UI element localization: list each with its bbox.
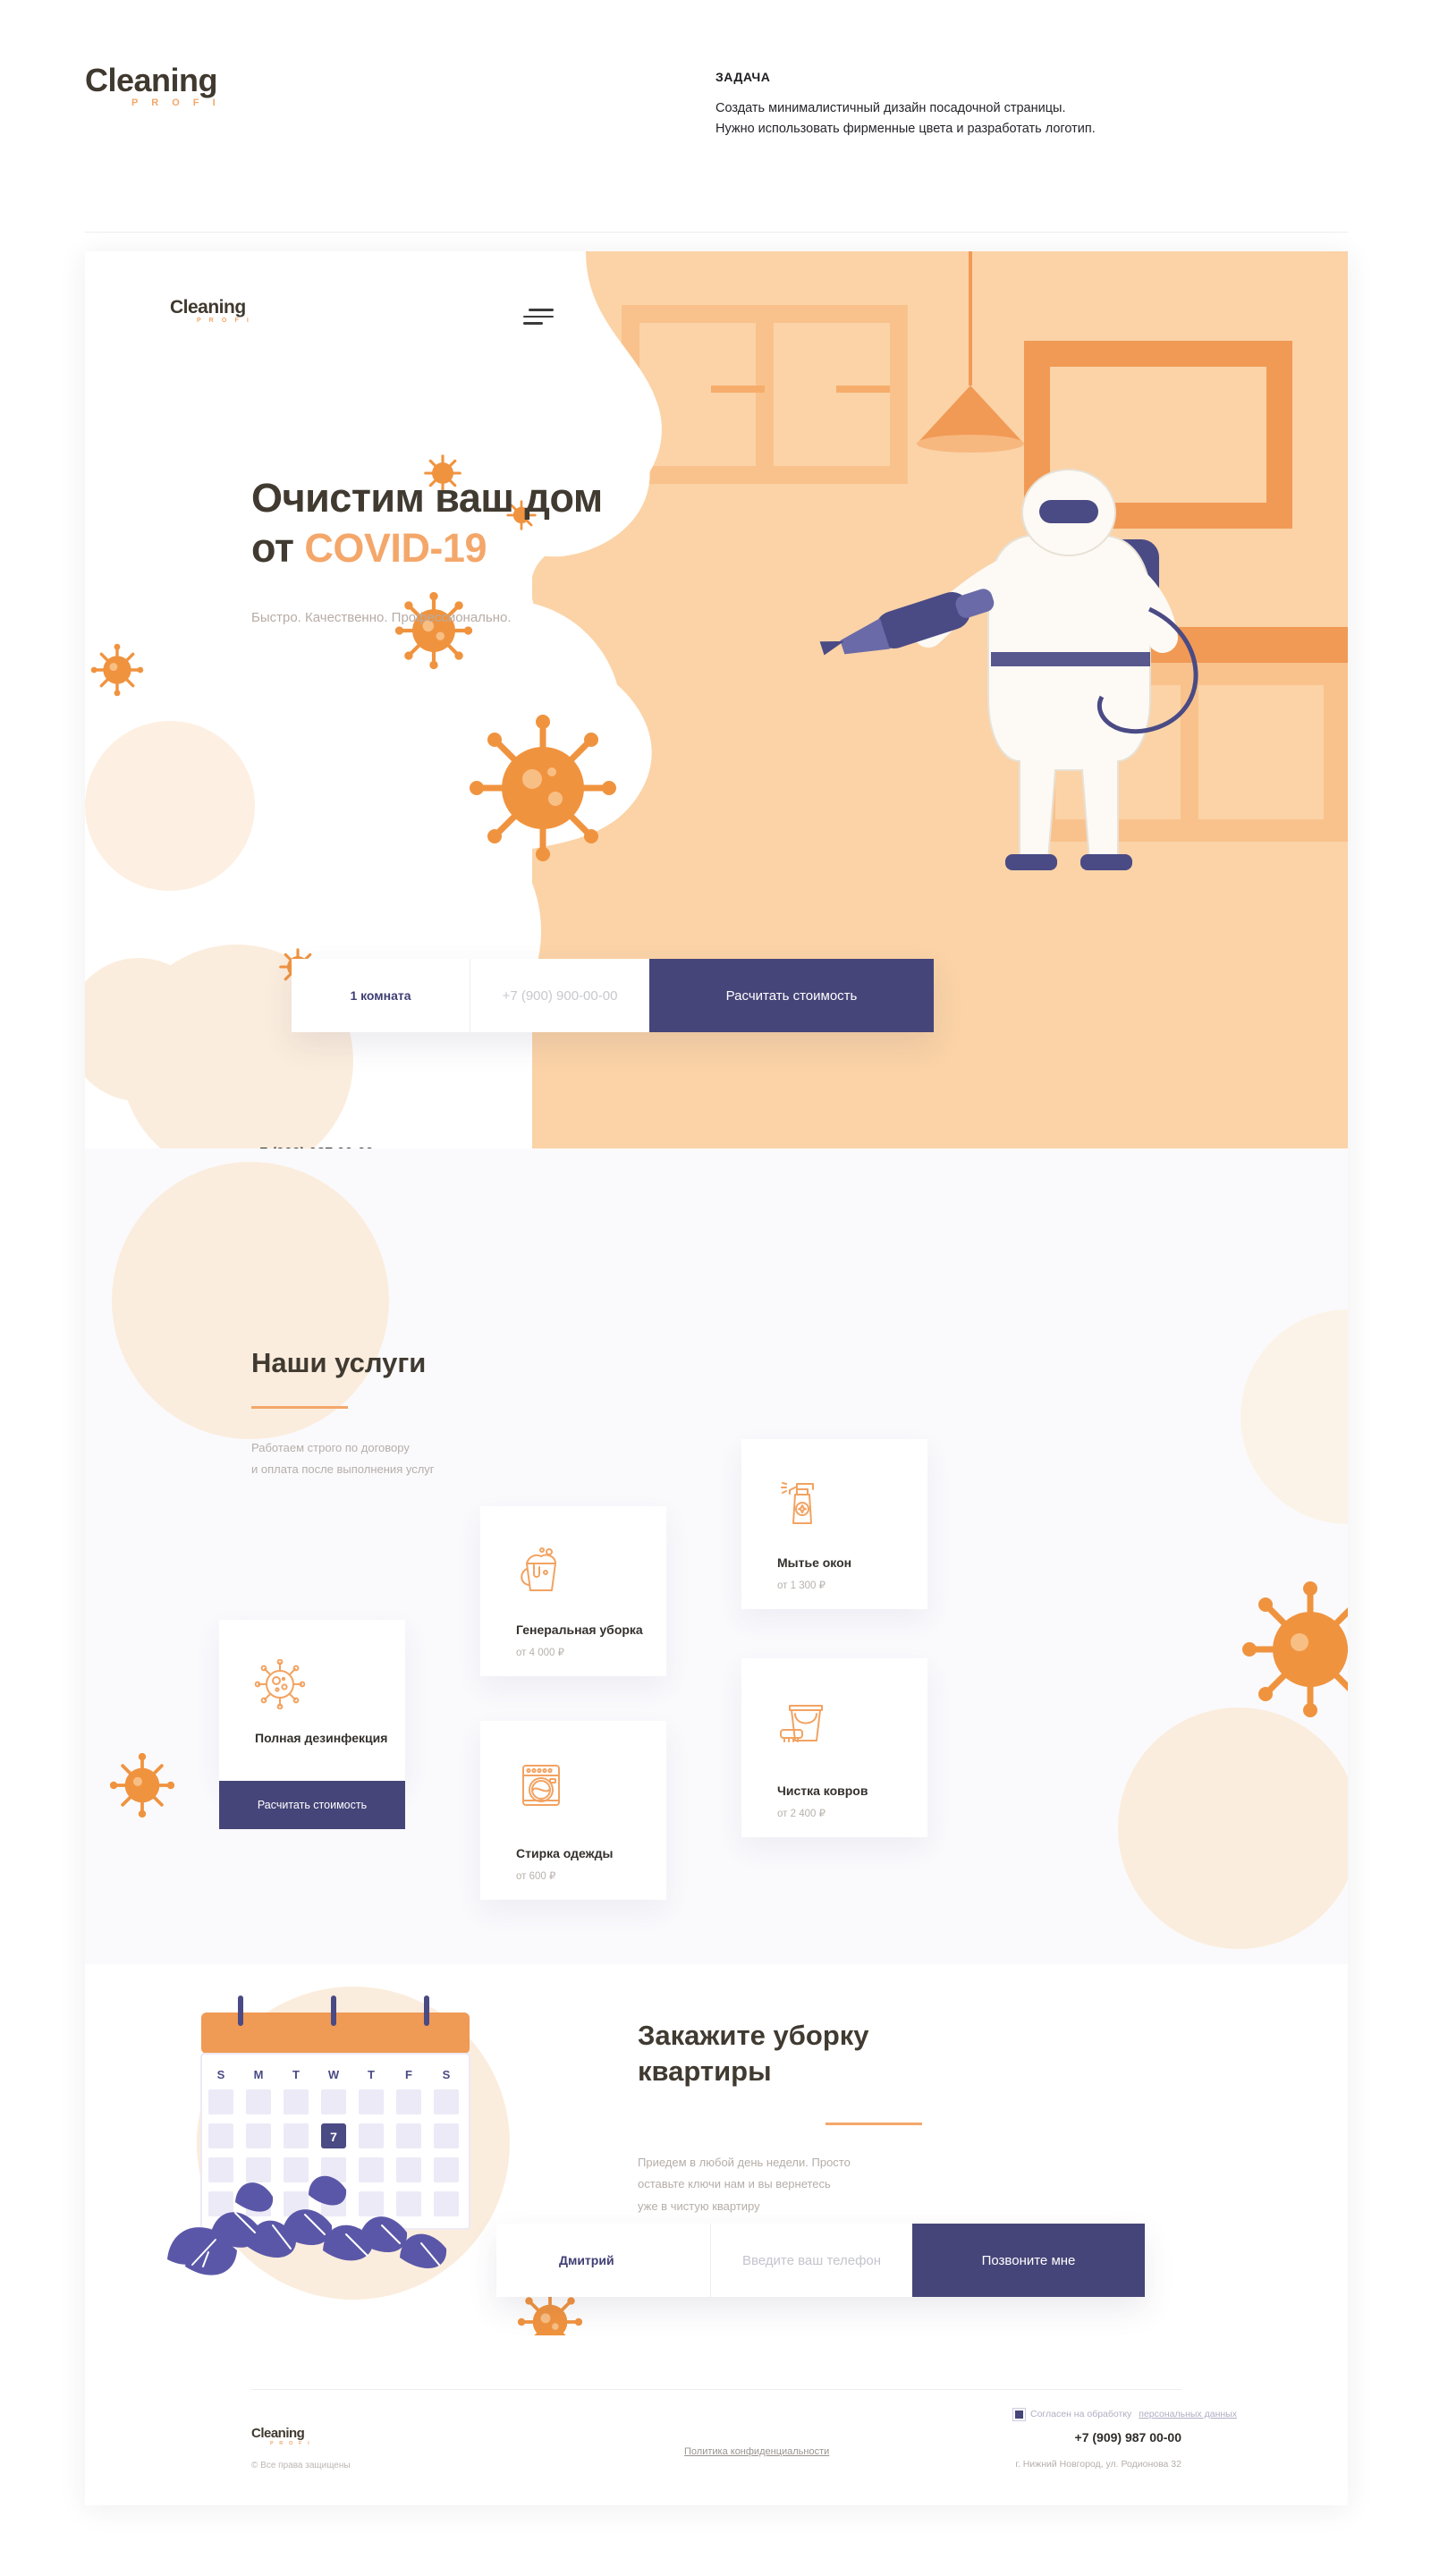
order-desc-line3: уже в чистую квартиру <box>638 2199 760 2213</box>
service-card-name: Чистка ковров <box>777 1784 868 1798</box>
consent-label: Согласен на обработку <box>1030 2409 1132 2419</box>
services-underline <box>251 1406 348 1409</box>
spray-bottle-icon <box>781 1482 814 1524</box>
hamburger-line-2 <box>523 315 554 318</box>
rooms-select[interactable]: 1 комната <box>292 959 470 1032</box>
hero-copy: Очистим ваш дом от COVID-19 Быстро. Каче… <box>251 473 603 625</box>
services-desc-line2: и оплата после выполнения услуг <box>251 1462 435 1477</box>
service-card-price: от 2 400 ₽ <box>777 1809 826 1819</box>
nav-logo[interactable]: Cleaning P R O F I <box>170 298 251 324</box>
landing-page-mockup: Cleaning P R O F I Очистим ваш дом от CO… <box>85 251 1348 2505</box>
hero-headline: Очистим ваш дом от COVID-19 <box>251 473 603 574</box>
hero-section: Cleaning P R O F I Очистим ваш дом от CO… <box>85 251 1348 1148</box>
services-desc-line1: Работаем строго по договору <box>251 1441 410 1454</box>
brief-text-block: ЗАДАЧА Создать минималистичный дизайн по… <box>716 70 1342 140</box>
hero-headline-prefix: от <box>251 525 305 572</box>
service-card-name: Стирка одежды <box>516 1846 614 1860</box>
footer-phone[interactable]: +7 (909) 987 00-00 <box>1075 2430 1181 2445</box>
svg-text:T: T <box>292 2068 300 2081</box>
service-card-name: Генеральная уборка <box>516 1623 643 1637</box>
svg-text:T: T <box>368 2068 375 2081</box>
card-calculate-button[interactable]: Расчитать стоимость <box>219 1781 405 1829</box>
brief-divider <box>85 232 1348 233</box>
footer-logo-wordmark: Cleaning <box>251 2426 305 2441</box>
bucket-brush-icon <box>780 1705 823 1742</box>
service-card-laundry[interactable]: Стирка одежды от 600 ₽ <box>480 1721 666 1900</box>
hero-phone[interactable]: +7 (909) 987 00-00 <box>251 1146 374 1148</box>
hero-phone-input[interactable]: +7 (900) 900-00-00 <box>470 959 649 1032</box>
hero-contact: +7 (909) 987 00-00 ул. Родионова 32 <box>251 1146 490 1148</box>
hamburger-line-1 <box>529 309 554 311</box>
footer-address: г. Нижний Новгород, ул. Родионова 32 <box>1015 2459 1181 2470</box>
virus-decor-large <box>470 715 616 861</box>
services-description: Работаем строго по договору и оплата пос… <box>251 1437 435 1480</box>
services-header: Наши услуги Работаем строго по договору … <box>251 1347 435 1480</box>
brief-body: Создать минималистичный дизайн посадочно… <box>716 98 1342 140</box>
hero-subtitle: Быстро. Качественно. Профессионально. <box>251 609 512 625</box>
service-card-price: от 4 000 ₽ <box>516 1648 564 1658</box>
service-card-name: Полная дезинфекция <box>255 1731 388 1745</box>
brief-line-2: Нужно использовать фирменные цвета и раз… <box>716 122 1096 137</box>
footer-logo[interactable]: Cleaning P R O F I <box>251 2427 311 2446</box>
hero-quote-form: 1 комната +7 (900) 900-00-00 Расчитать с… <box>292 959 934 1032</box>
logo-subtext: P R O F I <box>131 97 221 108</box>
nav-logo-subtext: P R O F I <box>197 318 252 324</box>
personal-data-link[interactable]: персональных данных <box>1139 2409 1237 2419</box>
svg-text:W: W <box>328 2068 340 2081</box>
call-me-button[interactable]: Позвоните мне <box>912 2224 1145 2297</box>
order-desc-line1: Приедем в любой день недели. Просто <box>638 2155 851 2169</box>
calendar-highlight-day: 7 <box>330 2130 337 2144</box>
order-phone-input[interactable]: Введите ваш телефон <box>711 2224 912 2297</box>
consent-row: Согласен на обработку персональных данны… <box>1015 2409 1237 2419</box>
brand-logo: Cleaning P R O F I <box>85 62 221 109</box>
service-card-general-cleaning[interactable]: Генеральная уборка от 4 000 ₽ <box>480 1506 666 1676</box>
svg-text:M: M <box>254 2068 264 2081</box>
service-card-name: Мытье окон <box>777 1555 852 1570</box>
logo-wordmark: Cleaning <box>85 62 218 98</box>
calculate-price-button[interactable]: Расчитать стоимость <box>649 959 934 1032</box>
privacy-policy-link[interactable]: Политика конфиденциальности <box>684 2446 829 2457</box>
service-card-disinfection[interactable]: Полная дезинфекция Расчитать стоимость <box>219 1620 405 1829</box>
order-callback-form: Дмитрий Введите ваш телефон Позвоните мн… <box>496 2224 1145 2297</box>
svg-text:S: S <box>443 2068 451 2081</box>
order-title-line1: Закажите уборку <box>638 2020 869 2051</box>
svg-text:F: F <box>405 2068 412 2081</box>
order-copy: Закажите уборку квартиры Приедем в любой… <box>638 2018 995 2218</box>
order-section: SMT WTF S 7 Закажите уборку квартиры При… <box>85 1964 1348 2335</box>
site-nav: Cleaning P R O F I <box>85 289 1348 343</box>
footer-rights: © Все права защищены <box>251 2461 351 2470</box>
services-decor <box>109 1162 1348 1949</box>
consent-checkbox[interactable] <box>1015 2410 1023 2419</box>
footer-divider <box>251 2389 1181 2390</box>
order-desc-line2: оставьте ключи нам и вы вернетесь <box>638 2177 831 2191</box>
brief-header: Cleaning P R O F I ЗАДАЧА Создать минима… <box>0 0 1431 238</box>
nav-logo-wordmark: Cleaning <box>170 297 246 318</box>
bucket-foam-icon <box>521 1547 556 1591</box>
services-section: Наши услуги Работаем строго по договору … <box>85 1148 1348 1964</box>
service-card-carpets[interactable]: Чистка ковров от 2 400 ₽ <box>741 1658 927 1837</box>
hero-headline-accent: COVID-19 <box>304 525 487 572</box>
washing-machine-icon <box>522 1765 560 1806</box>
hamburger-line-3 <box>523 322 543 325</box>
service-card-price: от 600 ₽ <box>516 1871 556 1882</box>
site-footer: Cleaning P R O F I © Все права защищены … <box>85 2335 1348 2505</box>
svg-text:S: S <box>217 2068 225 2081</box>
hero-headline-line1: Очистим ваш дом <box>251 475 603 521</box>
order-description: Приедем в любой день недели. Просто оста… <box>638 2152 995 2218</box>
order-title: Закажите уборку квартиры <box>638 2018 995 2090</box>
service-card-windows[interactable]: Мытье окон от 1 300 ₽ <box>741 1439 927 1609</box>
order-name-input[interactable]: Дмитрий <box>496 2224 711 2297</box>
virus-icon <box>255 1659 305 1709</box>
order-underline <box>826 2122 922 2125</box>
footer-logo-subtext: P R O F I <box>270 2441 312 2446</box>
order-title-line2: квартиры <box>638 2055 772 2088</box>
hamburger-icon[interactable] <box>523 309 554 329</box>
hero-headline-line2: от COVID-19 <box>251 523 603 573</box>
brief-title: ЗАДАЧА <box>716 70 771 84</box>
services-title: Наши услуги <box>251 1347 427 1378</box>
brief-line-1: Создать минималистичный дизайн посадочно… <box>716 101 1066 115</box>
service-card-price: от 1 300 ₽ <box>777 1580 826 1591</box>
hero-address: ул. Родионова 32 <box>397 1147 491 1148</box>
